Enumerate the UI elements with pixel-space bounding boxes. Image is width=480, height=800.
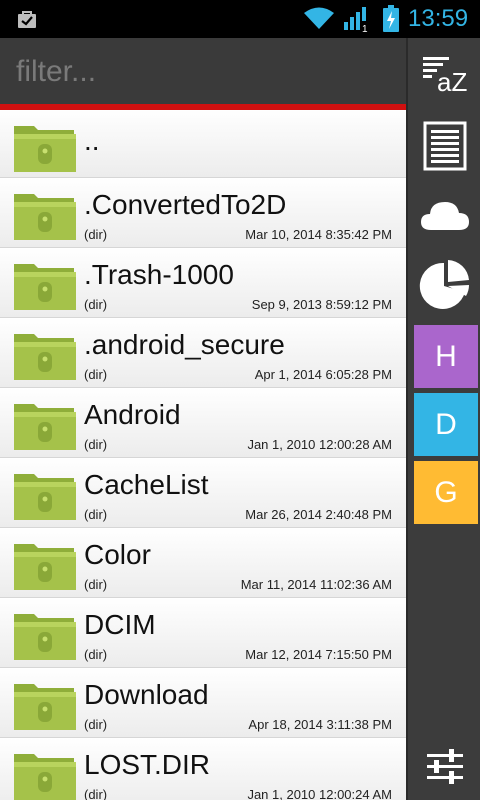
file-name: Color <box>84 539 151 570</box>
sort-label: aZ <box>437 67 467 95</box>
folder-icon <box>14 684 76 730</box>
file-type: (dir) <box>84 297 108 312</box>
file-row[interactable]: LOST.DIR (dir) Jan 1, 2010 12:00:24 AM <box>0 738 406 800</box>
sort-az-icon: aZ <box>423 57 467 95</box>
filter-input[interactable] <box>16 52 396 92</box>
battery-charging-icon <box>383 5 399 32</box>
file-name: Android <box>84 399 181 430</box>
folder-icon <box>14 404 76 450</box>
folder-icon <box>14 474 76 520</box>
file-row[interactable]: .android_secure (dir) Apr 1, 2014 6:05:28 … <box>0 318 406 388</box>
shortcut-tile-h[interactable]: H <box>414 325 478 388</box>
file-name: CacheList <box>84 469 209 500</box>
file-row[interactable]: .Trash-1000 (dir) Sep 9, 2013 8:59:12 PM <box>0 248 406 318</box>
file-row[interactable]: Android (dir) Jan 1, 2010 12:00:28 AM <box>0 388 406 458</box>
file-name: .. <box>84 125 100 156</box>
file-type: (dir) <box>84 437 108 452</box>
file-date: Mar 12, 2014 7:15:50 PM <box>245 647 392 662</box>
shopping-bag-icon <box>18 11 36 28</box>
file-row[interactable]: DCIM (dir) Mar 12, 2014 7:15:50 PM <box>0 598 406 668</box>
shortcut-tile-g[interactable]: G <box>414 461 478 524</box>
list-view-button[interactable] <box>408 116 480 176</box>
file-date: Mar 10, 2014 8:35:42 PM <box>245 227 392 242</box>
folder-icon <box>14 544 76 590</box>
file-row[interactable]: Download (dir) Apr 18, 2014 3:11:38 PM <box>0 668 406 738</box>
file-row[interactable]: .ConvertedTo2D (dir) Mar 10, 2014 8:35:42 … <box>0 178 406 248</box>
folder-icon <box>14 126 76 172</box>
wifi-icon <box>304 7 334 29</box>
file-type: (dir) <box>84 507 108 522</box>
folder-icon <box>14 614 76 660</box>
cloud-icon <box>421 202 469 230</box>
file-name: .ConvertedTo2D <box>84 189 287 220</box>
file-type: (dir) <box>84 717 108 732</box>
folder-icon <box>14 194 76 240</box>
file-type: (dir) <box>84 787 108 800</box>
folder-icon <box>14 754 76 800</box>
file-name: DCIM <box>84 609 156 640</box>
filter-bar <box>0 38 408 104</box>
pie-chart-icon <box>419 260 469 309</box>
list-view-icon <box>423 121 467 171</box>
file-type: (dir) <box>84 577 108 592</box>
file-date: Mar 11, 2014 11:02:36 AM <box>240 577 392 592</box>
settings-button[interactable] <box>408 738 480 794</box>
shortcut-tile-d[interactable]: D <box>414 393 478 456</box>
file-date: Apr 1, 2014 6:05:28 PM <box>254 367 392 382</box>
file-name: .Trash-1000 <box>84 259 234 290</box>
file-name: .android_secure <box>84 329 285 360</box>
file-name: LOST.DIR <box>84 749 211 780</box>
file-row[interactable]: Color (dir) Mar 11, 2014 11:02:36 AM <box>0 528 406 598</box>
file-date: Sep 9, 2013 8:59:12 PM <box>251 297 392 312</box>
cloud-button[interactable] <box>408 186 480 246</box>
file-date: Mar 26, 2014 2:40:48 PM <box>245 507 392 522</box>
settings-sliders-icon <box>427 749 463 784</box>
file-type: (dir) <box>84 647 108 662</box>
file-name: Download <box>84 679 209 710</box>
clock: 13:59 <box>408 5 469 32</box>
file-date: Jan 1, 2010 12:00:24 AM <box>247 787 392 800</box>
status-bar: 1 13:59 <box>0 0 480 38</box>
parent-directory-row[interactable]: .. <box>0 110 406 178</box>
sidebar: aZ H D G <box>406 38 480 800</box>
folder-icon <box>14 334 76 380</box>
signal-badge: 1 <box>362 24 368 32</box>
file-type: (dir) <box>84 227 108 242</box>
file-row[interactable]: CacheList (dir) Mar 26, 2014 2:40:48 PM <box>0 458 406 528</box>
file-list[interactable]: .. .ConvertedTo2D (dir) Mar 10, 2014 8:35:4… <box>0 110 406 800</box>
file-date: Jan 1, 2010 12:00:28 AM <box>247 437 392 452</box>
storage-usage-button[interactable] <box>408 254 480 316</box>
file-date: Apr 18, 2014 3:11:38 PM <box>248 717 392 732</box>
sort-button[interactable]: aZ <box>408 38 480 108</box>
file-type: (dir) <box>84 367 108 382</box>
folder-icon <box>14 264 76 310</box>
signal-icon: 1 <box>344 7 368 32</box>
